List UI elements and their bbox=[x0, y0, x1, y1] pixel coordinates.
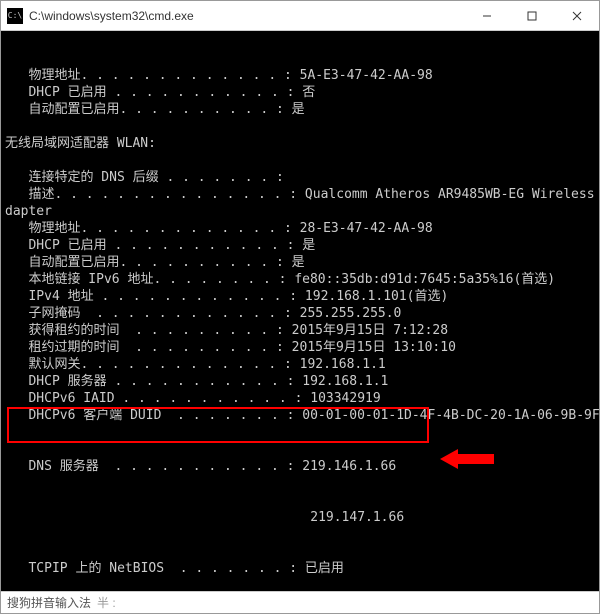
window-title: C:\windows\system32\cmd.exe bbox=[29, 9, 464, 23]
dns-server-line-1: DNS 服务器 . . . . . . . . . . . : 219.146.… bbox=[5, 458, 599, 475]
terminal-line bbox=[5, 152, 599, 169]
terminal-line: DHCP 已启用 . . . . . . . . . . . : 否 bbox=[5, 84, 599, 101]
terminal-line: 连接特定的 DNS 后缀 . . . . . . . : bbox=[5, 169, 599, 186]
terminal-line bbox=[5, 577, 599, 591]
ime-name: 搜狗拼音输入法 bbox=[7, 594, 91, 611]
ime-mode-label: 半 : bbox=[97, 594, 116, 611]
terminal-line: dapter bbox=[5, 203, 599, 220]
terminal-line: DHCPv6 客户端 DUID . . . . . . . : 00-01-00… bbox=[5, 407, 599, 424]
close-button[interactable] bbox=[554, 1, 599, 30]
terminal-line: DHCP 服务器 . . . . . . . . . . . : 192.168… bbox=[5, 373, 599, 390]
ime-statusbar: 搜狗拼音输入法 半 : bbox=[1, 591, 599, 613]
maximize-button[interactable] bbox=[509, 1, 554, 30]
window-controls bbox=[464, 1, 599, 30]
terminal-line: TCPIP 上的 NetBIOS . . . . . . . : 已启用 bbox=[5, 560, 599, 577]
terminal-line bbox=[5, 118, 599, 135]
terminal-line: 物理地址. . . . . . . . . . . . . : 28-E3-47… bbox=[5, 220, 599, 237]
close-icon bbox=[572, 11, 582, 21]
titlebar: C:\ C:\windows\system32\cmd.exe bbox=[1, 1, 599, 31]
terminal-output[interactable]: 物理地址. . . . . . . . . . . . . : 5A-E3-47… bbox=[1, 31, 599, 591]
minimize-button[interactable] bbox=[464, 1, 509, 30]
terminal-line: 租约过期的时间 . . . . . . . . . : 2015年9月15日 1… bbox=[5, 339, 599, 356]
terminal-line: 自动配置已启用. . . . . . . . . . : 是 bbox=[5, 101, 599, 118]
terminal-line: 本地链接 IPv6 地址. . . . . . . . : fe80::35db… bbox=[5, 271, 599, 288]
dns-server-line-2: 219.147.1.66 bbox=[5, 509, 599, 526]
cmd-icon: C:\ bbox=[7, 8, 23, 24]
terminal-line: 默认网关. . . . . . . . . . . . . : 192.168.… bbox=[5, 356, 599, 373]
terminal-line: 描述. . . . . . . . . . . . . . . : Qualco… bbox=[5, 186, 599, 203]
terminal-line: 获得租约的时间 . . . . . . . . . : 2015年9月15日 7… bbox=[5, 322, 599, 339]
cmd-window: C:\ C:\windows\system32\cmd.exe 物理地址. . … bbox=[0, 0, 600, 614]
terminal-line: 自动配置已启用. . . . . . . . . . : 是 bbox=[5, 254, 599, 271]
terminal-line: DHCP 已启用 . . . . . . . . . . . : 是 bbox=[5, 237, 599, 254]
terminal-line: 无线局域网适配器 WLAN: bbox=[5, 135, 599, 152]
terminal-line: 物理地址. . . . . . . . . . . . . : 5A-E3-47… bbox=[5, 67, 599, 84]
minimize-icon bbox=[482, 11, 492, 21]
terminal-line: DHCPv6 IAID . . . . . . . . . . . : 1033… bbox=[5, 390, 599, 407]
maximize-icon bbox=[527, 11, 537, 21]
terminal-line: IPv4 地址 . . . . . . . . . . . . : 192.16… bbox=[5, 288, 599, 305]
terminal-line: 子网掩码 . . . . . . . . . . . . : 255.255.2… bbox=[5, 305, 599, 322]
